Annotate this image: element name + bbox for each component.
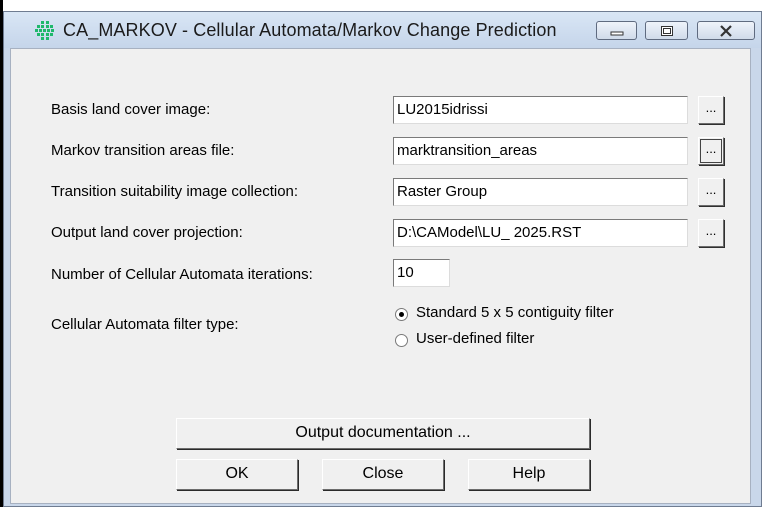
radio-selected-dot <box>399 312 404 317</box>
markov-file-label: Markov transition areas file: <box>51 142 235 159</box>
iterations-input[interactable]: 10 <box>393 259 450 287</box>
grid-app-icon <box>35 21 55 41</box>
filter-type-label: Cellular Automata filter type: <box>51 316 239 333</box>
output-projection-input[interactable]: D:\CAModel\LU_ 2025.RST <box>393 219 688 247</box>
output-documentation-button[interactable]: Output documentation ... <box>176 418 590 449</box>
basis-image-input[interactable]: LU2015idrissi <box>393 96 688 124</box>
help-button[interactable]: Help <box>468 459 590 490</box>
close-button[interactable]: Close <box>322 459 444 490</box>
title-bar[interactable]: CA_MARKOV - Cellular Automata/Markov Cha… <box>4 12 761 48</box>
basis-image-label: Basis land cover image: <box>51 101 211 118</box>
restore-icon <box>646 22 687 39</box>
markov-file-browse-button[interactable]: ... <box>698 137 724 165</box>
close-icon <box>698 22 754 39</box>
screen-background-top <box>0 0 768 11</box>
user-defined-filter-radio[interactable] <box>395 334 408 347</box>
standard-filter-radio[interactable] <box>395 308 408 321</box>
minimize-button[interactable] <box>596 21 637 40</box>
restore-button[interactable] <box>645 21 688 40</box>
ok-button[interactable]: OK <box>176 459 298 490</box>
close-window-button[interactable] <box>697 21 755 40</box>
output-projection-browse-button[interactable]: ... <box>698 219 724 247</box>
output-projection-label: Output land cover projection: <box>51 224 243 241</box>
window-title: CA_MARKOV - Cellular Automata/Markov Cha… <box>63 20 557 40</box>
markov-file-input[interactable]: marktransition_areas <box>393 137 688 165</box>
minimize-icon <box>597 22 636 39</box>
dialog-window: CA_MARKOV - Cellular Automata/Markov Cha… <box>3 11 762 507</box>
iterations-label: Number of Cellular Automata iterations: <box>51 266 313 283</box>
standard-filter-label[interactable]: Standard 5 x 5 contiguity filter <box>416 304 614 321</box>
suitability-collection-browse-button[interactable]: ... <box>698 178 724 206</box>
basis-image-browse-button[interactable]: ... <box>698 96 724 124</box>
suitability-collection-input[interactable]: Raster Group <box>393 178 688 206</box>
dialog-client-area: Basis land cover image: LU2015idrissi ..… <box>10 48 751 504</box>
suitability-collection-label: Transition suitability image collection: <box>51 183 299 200</box>
screen-background-right <box>762 0 768 507</box>
user-defined-filter-label[interactable]: User-defined filter <box>416 330 534 347</box>
